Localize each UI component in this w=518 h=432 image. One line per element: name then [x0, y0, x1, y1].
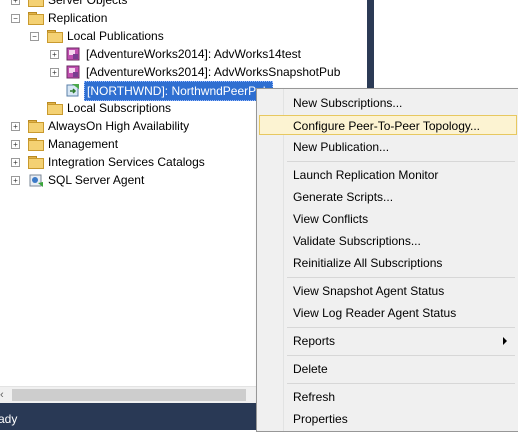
expand-icon[interactable]: + — [50, 68, 59, 77]
menu-item-refresh[interactable]: Refresh — [259, 387, 517, 407]
tree-node-label: SQL Server Agent — [48, 173, 145, 187]
menu-separator — [287, 277, 515, 278]
expand-icon[interactable]: + — [11, 0, 20, 5]
menu-item-launch-replication-monitor[interactable]: Launch Replication Monitor — [259, 165, 517, 185]
submenu-arrow-icon — [503, 337, 507, 345]
menu-item-label: Launch Replication Monitor — [293, 168, 439, 182]
menu-item-label: Reinitialize All Subscriptions — [293, 256, 443, 270]
context-menu: New Subscriptions... Configure Peer-To-P… — [256, 88, 518, 432]
menu-item-new-publication[interactable]: New Publication... — [259, 137, 517, 157]
folder-icon — [28, 156, 44, 169]
tree-node-label: AlwaysOn High Availability — [48, 119, 190, 133]
tree-node-label: [AdventureWorks2014]: AdvWorks14test — [86, 47, 301, 61]
folder-icon — [28, 12, 44, 25]
menu-item-reinitialize-subscriptions[interactable]: Reinitialize All Subscriptions — [259, 253, 517, 273]
tree-node-publication[interactable]: + [AdventureWorks2014]: AdvWorksSnapshot… — [0, 63, 360, 81]
menu-item-label: View Log Reader Agent Status — [293, 306, 457, 320]
tree-node-label: Local Publications — [67, 29, 164, 43]
tree-node-local-publications[interactable]: − Local Publications — [0, 27, 360, 45]
menu-separator — [287, 383, 515, 384]
menu-item-label: Reports — [293, 334, 336, 348]
tree-node-replication[interactable]: − Replication — [0, 9, 360, 27]
menu-item-generate-scripts[interactable]: Generate Scripts... — [259, 187, 517, 207]
tree-node-label: Management — [48, 137, 119, 151]
menu-item-label: Configure Peer-To-Peer Topology... — [293, 119, 480, 133]
tree-node-label: Local Subscriptions — [67, 101, 172, 115]
tree-node-label: [NORTHWND]: NorthwndPeerPub — [84, 81, 273, 101]
menu-item-label: View Conflicts — [293, 212, 369, 226]
tree-node-publication[interactable]: + [AdventureWorks2014]: AdvWorks14test — [0, 45, 360, 63]
menu-item-validate-subscriptions[interactable]: Validate Subscriptions... — [259, 231, 517, 251]
menu-item-new-subscriptions[interactable]: New Subscriptions... — [259, 93, 517, 113]
tree-node-label: Replication — [48, 11, 108, 25]
folder-icon — [47, 30, 63, 43]
menu-item-label: New Subscriptions... — [293, 96, 403, 110]
menu-item-label: Generate Scripts... — [293, 190, 394, 204]
menu-item-label: Properties — [293, 412, 348, 426]
tree-node-label: [AdventureWorks2014]: AdvWorksSnapshotPu… — [86, 65, 341, 79]
menu-separator — [287, 161, 515, 162]
collapse-icon[interactable]: − — [30, 32, 39, 41]
folder-icon — [28, 120, 44, 133]
folder-icon — [28, 0, 44, 7]
menu-item-properties[interactable]: Properties — [259, 409, 517, 429]
publication-icon — [66, 47, 80, 61]
publication-icon — [66, 65, 80, 79]
menu-item-label: Delete — [293, 362, 328, 376]
menu-item-reports[interactable]: Reports — [259, 331, 517, 351]
scrollbar-thumb[interactable] — [12, 389, 246, 401]
expand-icon[interactable]: + — [11, 176, 20, 185]
menu-item-view-log-reader-agent-status[interactable]: View Log Reader Agent Status — [259, 303, 517, 323]
expand-icon[interactable]: + — [11, 140, 20, 149]
menu-item-label: New Publication... — [293, 140, 390, 154]
menu-item-label: Validate Subscriptions... — [293, 234, 421, 248]
menu-separator — [287, 355, 515, 356]
menu-item-label: Refresh — [293, 390, 336, 404]
sql-agent-icon — [29, 174, 43, 187]
folder-icon — [28, 138, 44, 151]
collapse-icon[interactable]: − — [11, 14, 20, 23]
folder-icon — [47, 102, 63, 115]
status-text: ady — [0, 412, 18, 426]
tree-node-label: Server Objects — [48, 0, 128, 7]
scroll-left-icon[interactable]: ‹ — [0, 389, 10, 401]
menu-item-delete[interactable]: Delete — [259, 359, 517, 379]
expand-icon[interactable]: + — [11, 158, 20, 167]
tree-node-label: Integration Services Catalogs — [48, 155, 205, 169]
menu-separator — [287, 327, 515, 328]
menu-item-label: View Snapshot Agent Status — [293, 284, 445, 298]
peer-publication-icon — [66, 84, 79, 97]
menu-item-configure-peer-to-peer[interactable]: Configure Peer-To-Peer Topology... — [259, 115, 517, 135]
expand-icon[interactable]: + — [11, 122, 20, 131]
menu-item-view-snapshot-agent-status[interactable]: View Snapshot Agent Status — [259, 281, 517, 301]
tree-node-server-objects[interactable]: + Server Objects — [0, 0, 360, 9]
expand-icon[interactable]: + — [50, 50, 59, 59]
menu-item-view-conflicts[interactable]: View Conflicts — [259, 209, 517, 229]
